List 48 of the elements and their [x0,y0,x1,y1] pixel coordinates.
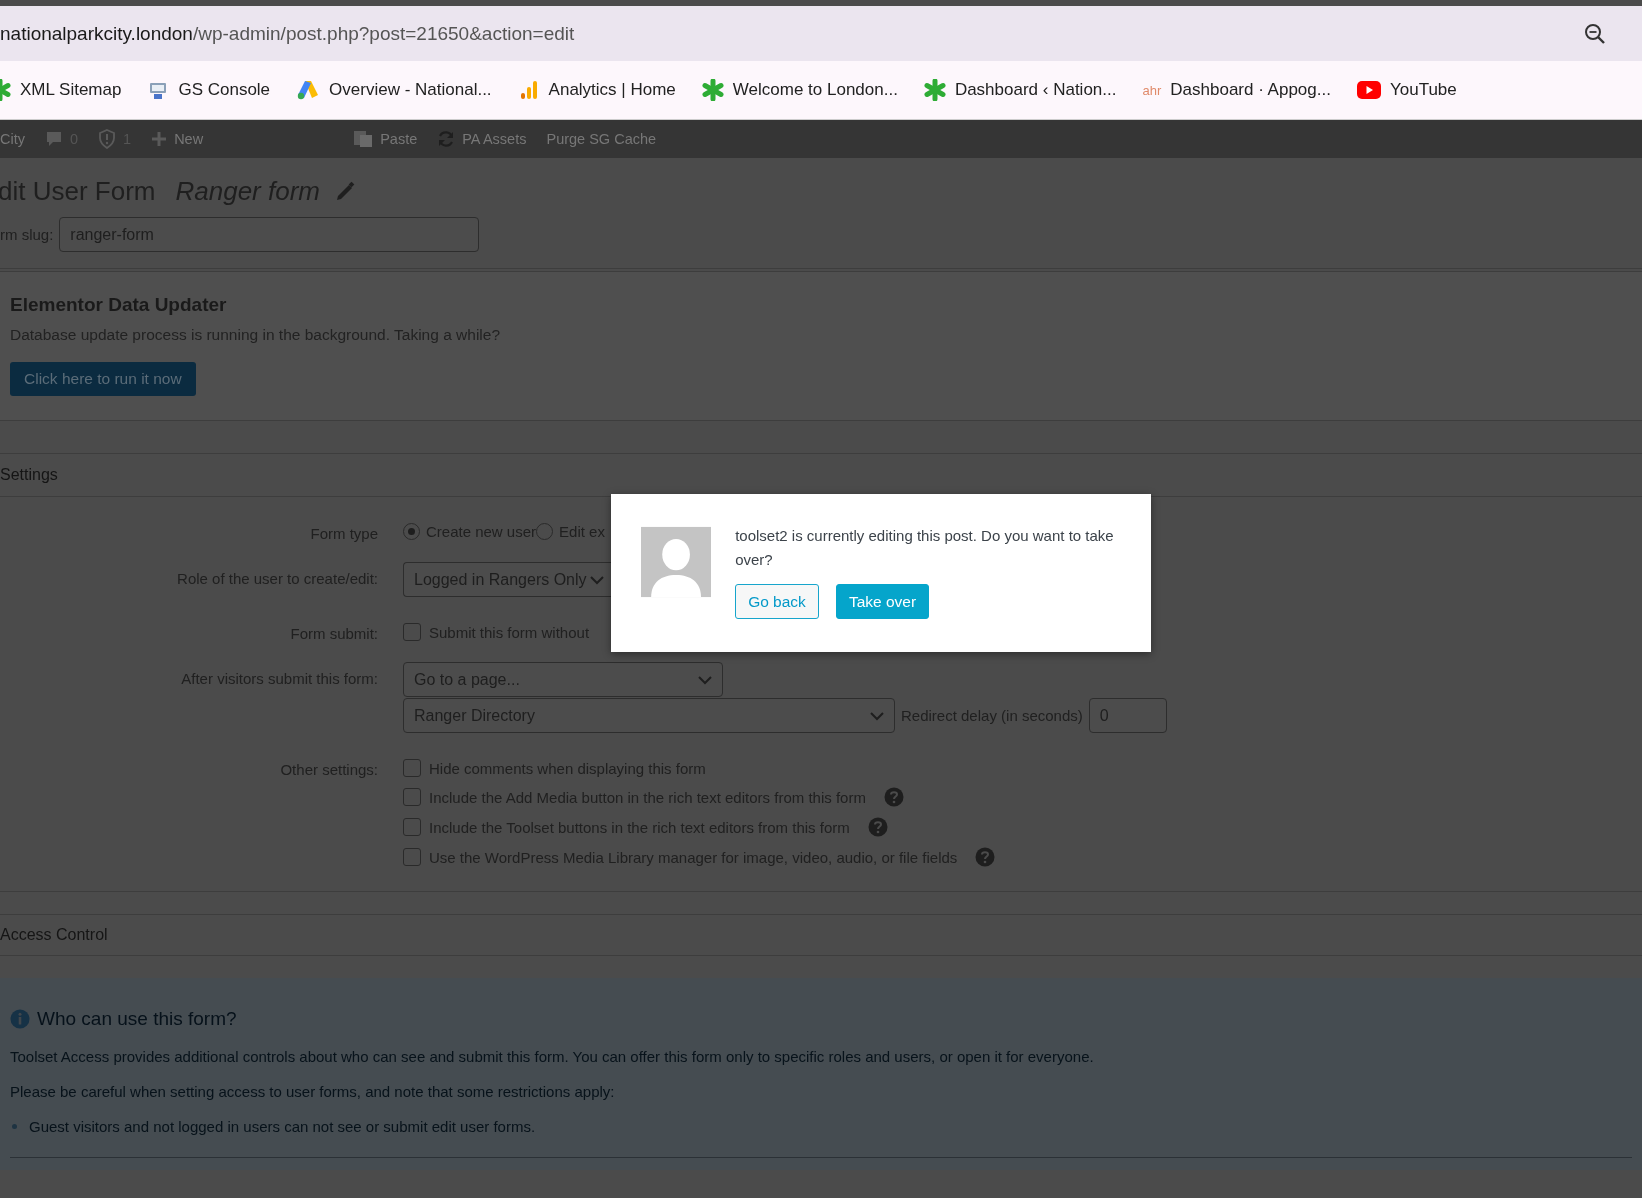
checkbox[interactable] [403,818,421,836]
checkbox[interactable] [403,759,421,777]
refresh-icon [437,130,456,148]
play-logo-icon [1356,81,1381,99]
bookmark[interactable]: ahr Dashboard · Appog... [1142,80,1331,100]
admin-bar-item[interactable]: City [0,131,25,147]
checkbox[interactable] [403,848,421,866]
plus-icon [151,131,168,147]
bookmark[interactable]: Dashboard ‹ Nation... [923,79,1117,101]
bookmark[interactable]: Overview - National... [296,79,492,101]
chevron-icon [870,710,884,721]
go-back-button[interactable]: Go back [735,584,819,619]
chevron-icon [698,674,712,685]
info-text: Toolset Access provides additional controls about who can see and submit this form. You can offer this form only to specific roles and users, or open it for everyone. [10,1048,1095,1065]
bullet-icon [12,1124,17,1129]
dialog-message: toolset2 is currently editing this post. Do you want to take over? [735,526,1115,570]
site-logo-icon: ahr [1142,82,1162,98]
bookmark[interactable]: Analytics | Home [517,79,676,101]
take-over-button[interactable]: Take over [835,584,930,619]
asterisk-icon [701,79,724,101]
bookmark[interactable]: XML Sitemap [0,79,122,101]
address-bar[interactable]: nationalparkcity.london/wp-admin/post.php?post=21650&action=edit [0,6,1642,61]
help-icon[interactable] [975,847,996,867]
zoom-icon[interactable] [1584,22,1606,45]
url-text[interactable]: nationalparkcity.london/wp-admin/post.php?post=21650&action=edit [0,22,575,45]
triangle-logo-icon [296,79,321,101]
bullet-text: Guest visitors and not logged in users can not see or submit edit user forms. [29,1118,536,1135]
run-now-button[interactable]: Click here to run it now [10,362,196,396]
checkbox[interactable] [403,623,421,641]
info-icon [10,1009,30,1029]
bookmark[interactable]: Welcome to London... [701,79,898,101]
help-icon[interactable] [867,817,888,837]
checkbox[interactable] [403,788,421,806]
bookmark[interactable]: YouTube [1356,80,1457,100]
shield-icon [98,129,117,149]
clipboard-icon [353,130,374,148]
chevron-icon [590,574,604,585]
speech-bubble-icon [45,130,63,148]
help-icon[interactable] [883,787,904,807]
admin-bar-item[interactable]: Purge SG Cache [546,131,657,147]
info-text: Please be careful when setting access to user forms, and note that some restrictions apply: [10,1083,616,1100]
admin-bar-item[interactable]: New [151,131,204,147]
admin-bar-item[interactable]: Paste [353,130,418,148]
avatar-icon [641,524,712,600]
admin-bar-item[interactable]: PA Assets [437,130,527,148]
bookmark[interactable]: GS Console [147,79,271,101]
info-title: Who can use this form? [37,1008,237,1030]
asterisk-icon [923,79,946,101]
